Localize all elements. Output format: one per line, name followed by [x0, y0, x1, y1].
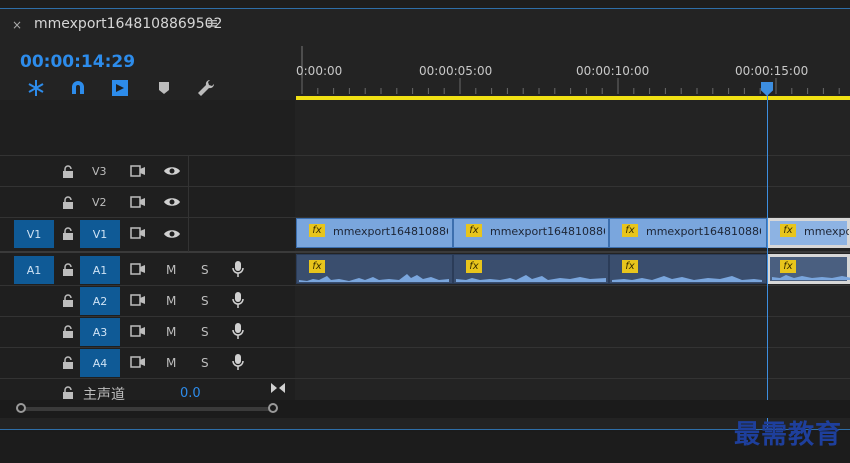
sync-lock-icon[interactable]: [130, 324, 146, 338]
mute-button[interactable]: M: [166, 356, 176, 370]
microphone-icon[interactable]: [232, 353, 244, 371]
track-target-v1[interactable]: V1: [80, 220, 120, 248]
eye-icon[interactable]: [163, 228, 181, 240]
ruler-label: 0:00:00: [296, 64, 343, 78]
window-top-border: [0, 0, 850, 9]
clip-name: mmexport1648108869: [490, 225, 605, 238]
video-clip[interactable]: fx mmexport1648108869: [609, 218, 767, 248]
audio-waveform: [612, 276, 762, 282]
master-volume-value[interactable]: 0.0: [180, 386, 201, 401]
mute-button[interactable]: M: [166, 325, 176, 339]
track-target-a2[interactable]: A2: [80, 287, 120, 315]
audio-clip[interactable]: fx: [296, 254, 453, 284]
lock-icon[interactable]: [62, 196, 74, 210]
clip-name: mmexport1648108869: [646, 225, 761, 238]
lock-icon[interactable]: [62, 294, 74, 308]
track-separator: [0, 285, 850, 286]
solo-button[interactable]: S: [201, 356, 209, 370]
eye-icon[interactable]: [163, 196, 181, 208]
solo-button[interactable]: S: [201, 263, 209, 277]
fx-badge: fx: [309, 224, 325, 237]
source-patch-a1[interactable]: A1: [14, 256, 54, 284]
microphone-icon[interactable]: [232, 260, 244, 278]
ruler-label: 00:00:15:00: [735, 64, 809, 78]
sync-lock-icon[interactable]: [130, 293, 146, 307]
scrollbar-right-handle[interactable]: [268, 403, 278, 413]
close-tab-icon[interactable]: ×: [12, 18, 22, 32]
track-separator: [0, 347, 850, 348]
scrollbar-thumb[interactable]: [20, 407, 276, 411]
header-column-divider: [188, 155, 189, 252]
mute-button[interactable]: M: [166, 263, 176, 277]
mute-button[interactable]: M: [166, 294, 176, 308]
audio-waveform: [299, 274, 449, 282]
lock-icon[interactable]: [62, 227, 74, 241]
sequence-tab-title[interactable]: mmexport1648108869502: [34, 16, 222, 32]
lock-icon[interactable]: [62, 325, 74, 339]
track-target-a4[interactable]: A4: [80, 349, 120, 377]
sync-lock-icon[interactable]: [130, 164, 146, 178]
track-separator: [0, 378, 850, 379]
timeline-zoom-scrollbar[interactable]: [0, 400, 850, 418]
solo-button[interactable]: S: [201, 325, 209, 339]
audio-clip[interactable]: fx: [609, 254, 767, 284]
sync-lock-icon[interactable]: [130, 195, 146, 209]
track-header-panel: [0, 100, 295, 400]
go-to-in-out-icon[interactable]: [270, 382, 286, 394]
track-target-a1[interactable]: A1: [80, 256, 120, 284]
playhead-timecode[interactable]: 00:00:14:29: [20, 52, 135, 72]
track-name-v3[interactable]: V3: [92, 165, 107, 178]
lock-icon[interactable]: [62, 263, 74, 277]
sync-lock-icon[interactable]: [130, 355, 146, 369]
track-target-a3[interactable]: A3: [80, 318, 120, 346]
sync-lock-icon[interactable]: [130, 262, 146, 276]
fx-badge: fx: [622, 224, 638, 237]
video-audio-divider: [0, 251, 850, 253]
snap-magnet-icon[interactable]: [68, 78, 88, 98]
eye-icon[interactable]: [163, 165, 181, 177]
track-separator: [0, 186, 850, 187]
panel-menu-icon[interactable]: ≡: [206, 14, 219, 32]
ruler-label: 00:00:05:00: [419, 64, 493, 78]
track-separator: [0, 155, 850, 156]
audio-waveform: [456, 275, 606, 282]
fx-badge: fx: [466, 224, 482, 237]
lock-icon[interactable]: [62, 386, 74, 400]
insert-nest-icon[interactable]: [26, 78, 46, 98]
solo-button[interactable]: S: [201, 294, 209, 308]
fx-badge: fx: [780, 224, 796, 237]
timeline-settings-wrench-icon[interactable]: [196, 78, 216, 98]
linked-selection-icon[interactable]: [110, 78, 130, 98]
lock-icon[interactable]: [62, 165, 74, 179]
clip-name: mmexport: [804, 225, 849, 238]
bottom-area: [0, 432, 850, 463]
audio-waveform: [772, 275, 850, 280]
source-patch-v1[interactable]: V1: [14, 220, 54, 248]
ruler-label: 00:00:10:00: [576, 64, 650, 78]
watermark-logo: 最需教育: [733, 420, 842, 450]
scrollbar-left-handle[interactable]: [16, 403, 26, 413]
track-separator: [0, 316, 850, 317]
audio-clip-selected[interactable]: fx: [767, 254, 850, 284]
lock-icon[interactable]: [62, 356, 74, 370]
clip-name: mmexport1648108869: [333, 225, 448, 238]
microphone-icon[interactable]: [232, 322, 244, 340]
microphone-icon[interactable]: [232, 291, 244, 309]
add-marker-icon[interactable]: [156, 78, 176, 98]
video-clip[interactable]: fx mmexport1648108869: [453, 218, 609, 248]
video-clip-selected[interactable]: fx mmexport: [767, 218, 850, 248]
track-name-v2[interactable]: V2: [92, 196, 107, 209]
playhead-line[interactable]: [767, 90, 768, 430]
video-clip[interactable]: fx mmexport1648108869: [296, 218, 453, 248]
sync-lock-icon[interactable]: [130, 226, 146, 240]
audio-clip[interactable]: fx: [453, 254, 609, 284]
